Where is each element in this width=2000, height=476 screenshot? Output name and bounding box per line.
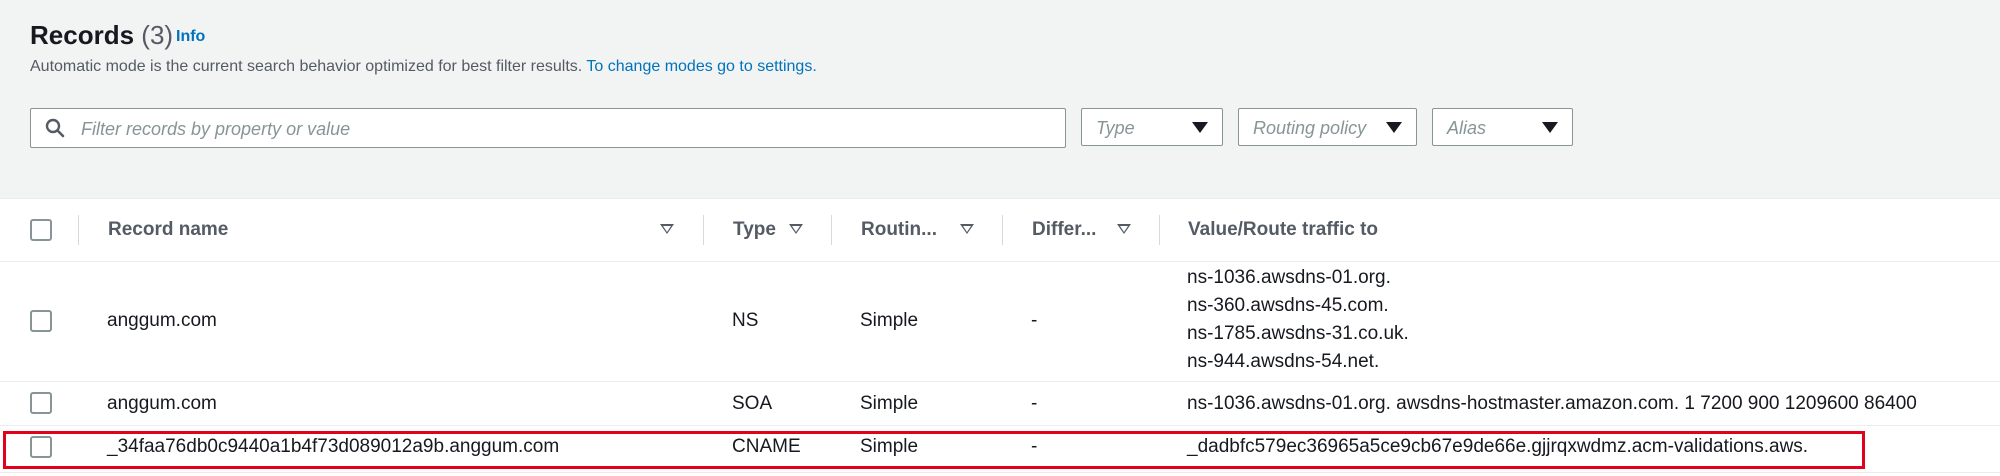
column-divider <box>831 215 832 245</box>
highlighted-row-outline <box>3 431 1865 469</box>
record-value: ns-1036.awsdns-01.org. awsdns-hostmaster… <box>1187 393 1917 414</box>
column-divider <box>703 215 704 245</box>
table-row[interactable]: anggum.com NS Simple - ns-1036.awsdns-01… <box>0 262 2000 382</box>
record-type: NS <box>732 310 759 331</box>
table-header: Record name Type Routin... Differ... Val… <box>0 199 2000 262</box>
value-line: ns-944.awsdns-54.net. <box>1187 351 1380 372</box>
column-divider <box>1159 215 1160 245</box>
search-input[interactable] <box>79 114 1053 144</box>
differentiator: - <box>1031 310 1038 331</box>
type-filter-dropdown[interactable]: Type <box>1081 108 1223 146</box>
column-header-value[interactable]: Value/Route traffic to <box>1188 219 1378 241</box>
records-title: Records (3) <box>30 20 173 51</box>
search-mode-description: Automatic mode is the current search beh… <box>30 58 817 76</box>
routing-policy-filter-label: Routing policy <box>1253 118 1367 138</box>
column-header-type[interactable]: Type <box>733 219 776 241</box>
alias-filter-label: Alias <box>1447 118 1487 138</box>
column-header-differentiator[interactable]: Differ... <box>1032 219 1096 241</box>
record-value: ns-1036.awsdns-01.org. ns-360.awsdns-45.… <box>1187 264 1409 376</box>
search-icon <box>45 118 65 138</box>
value-line: ns-1036.awsdns-01.org. <box>1187 267 1391 288</box>
routing-policy: Simple <box>860 310 919 331</box>
column-header-routing[interactable]: Routin... <box>861 219 937 241</box>
routing-policy: Simple <box>860 393 919 414</box>
column-divider <box>1002 215 1003 245</box>
column-header-record-name[interactable]: Record name <box>108 219 228 241</box>
column-divider <box>78 215 79 245</box>
record-name: anggum.com <box>107 393 217 414</box>
differentiator: - <box>1031 393 1038 414</box>
caret-down-icon <box>1192 122 1208 133</box>
row-checkbox[interactable] <box>30 392 52 414</box>
sort-icon[interactable] <box>789 224 803 234</box>
info-link[interactable]: Info <box>176 28 205 46</box>
sort-icon[interactable] <box>1117 224 1131 234</box>
title-text: Records <box>30 20 135 50</box>
record-type: SOA <box>732 393 773 414</box>
table-row[interactable]: anggum.com SOA Simple - ns-1036.awsdns-0… <box>0 382 2000 426</box>
caret-down-icon <box>1386 122 1402 133</box>
settings-link[interactable]: To change modes go to settings. <box>586 58 816 75</box>
record-name: anggum.com <box>107 310 217 331</box>
records-count: (3) <box>141 20 174 50</box>
filter-search-box[interactable] <box>30 108 1066 148</box>
sort-icon[interactable] <box>660 224 674 234</box>
alias-filter-dropdown[interactable]: Alias <box>1432 108 1573 146</box>
value-line: ns-360.awsdns-45.com. <box>1187 295 1389 316</box>
select-all-checkbox[interactable] <box>30 219 52 241</box>
value-line: ns-1785.awsdns-31.co.uk. <box>1187 323 1409 344</box>
routing-policy-filter-dropdown[interactable]: Routing policy <box>1238 108 1417 146</box>
caret-down-icon <box>1542 122 1558 133</box>
description-text: Automatic mode is the current search beh… <box>30 58 583 75</box>
sort-icon[interactable] <box>960 224 974 234</box>
row-checkbox[interactable] <box>30 310 52 332</box>
type-filter-label: Type <box>1096 118 1135 138</box>
